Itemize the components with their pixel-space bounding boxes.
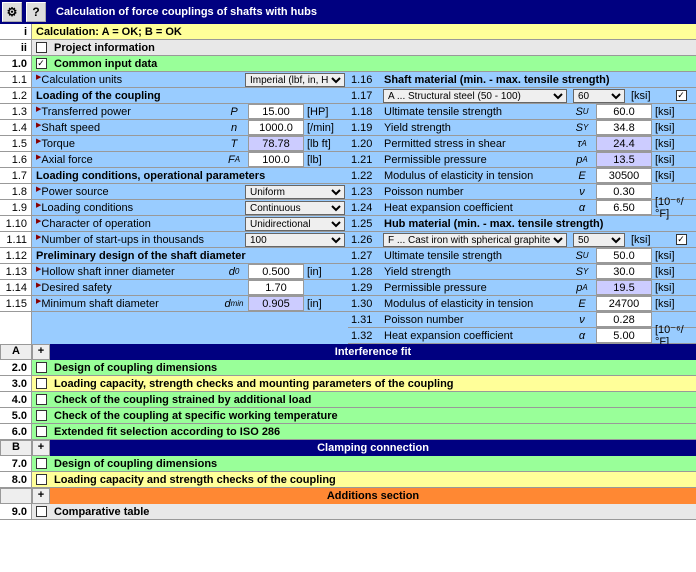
checkbox[interactable] <box>36 42 47 53</box>
project-info: Project information <box>50 40 696 55</box>
input-value[interactable]: 100.0 <box>248 152 304 167</box>
row-num: 1.0 <box>0 56 32 71</box>
section-tab-b[interactable]: B <box>0 440 32 456</box>
section-title: Clamping connection <box>50 440 696 456</box>
checkbox[interactable] <box>36 458 47 469</box>
expand-button[interactable]: + <box>32 488 50 504</box>
app-title: Calculation of force couplings of shafts… <box>48 6 317 18</box>
hub-material-select[interactable]: F ... Cast iron with spherical graphite … <box>383 233 567 247</box>
title-bar: ⚙ ? Calculation of force couplings of sh… <box>0 0 696 24</box>
checkbox[interactable] <box>36 394 47 405</box>
checkbox[interactable] <box>36 378 47 389</box>
loading-cond-select[interactable]: Continuous <box>245 201 345 215</box>
expand-button[interactable]: + <box>32 440 50 456</box>
checkbox[interactable]: ✓ <box>676 90 687 101</box>
section-tab-blank <box>0 488 32 504</box>
comment-marker: ▶ <box>36 73 41 81</box>
checkbox[interactable] <box>36 362 47 373</box>
row-num: ii <box>0 40 32 55</box>
section-tab-a[interactable]: A <box>0 344 32 360</box>
units-select[interactable]: Imperial (lbf, in, HP… <box>245 73 345 87</box>
operation-select[interactable]: Unidirectional <box>245 217 345 231</box>
row-num: i <box>0 24 32 39</box>
section-title: Interference fit <box>50 344 696 360</box>
power-source-select[interactable]: Uniform <box>245 185 345 199</box>
hub-material-val[interactable]: 50 <box>573 233 625 247</box>
checkbox[interactable] <box>36 474 47 485</box>
output-value: 78.78 <box>248 136 304 151</box>
help-icon[interactable]: ? <box>26 2 46 22</box>
section-header: Common input data <box>50 56 696 71</box>
shaft-material-select[interactable]: A ... Structural steel (50 - 100) <box>383 89 567 103</box>
input-value[interactable]: 1000.0 <box>248 120 304 135</box>
checkbox[interactable]: ✓ <box>676 234 687 245</box>
expand-button[interactable]: + <box>32 344 50 360</box>
checkbox[interactable]: ✓ <box>36 58 47 69</box>
shaft-material-val[interactable]: 60 <box>573 89 625 103</box>
input-value[interactable]: 0.500 <box>248 264 304 279</box>
checkbox[interactable] <box>36 426 47 437</box>
app-icon[interactable]: ⚙ <box>2 2 22 22</box>
checkbox[interactable] <box>36 506 47 517</box>
calc-status: Calculation: A = OK; B = OK <box>32 24 696 39</box>
checkbox[interactable] <box>36 410 47 421</box>
startups-select[interactable]: 100 <box>245 233 345 247</box>
input-value[interactable]: 15.00 <box>248 104 304 119</box>
input-value[interactable]: 1.70 <box>248 280 304 295</box>
section-title: Additions section <box>50 488 696 504</box>
output-value: 0.905 <box>248 296 304 311</box>
